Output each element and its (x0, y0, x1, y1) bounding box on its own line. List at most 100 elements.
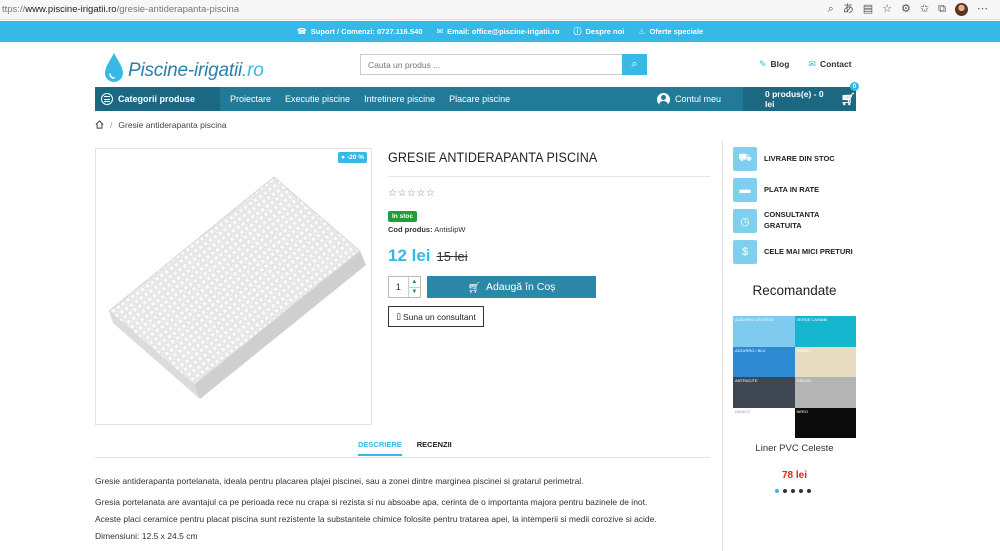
tag-icon: ● (341, 154, 346, 161)
support-link[interactable]: ☎ Suport / Comenzi: 0727.116.540 (297, 27, 423, 36)
info-icon: ⓘ (573, 27, 582, 36)
chevron-down-icon[interactable]: ▼ (408, 286, 420, 298)
description-dimensions: Dimensiuni: 12.5 x 24.5 cm (95, 531, 198, 541)
cart-button[interactable]: 0 produs(e) - 0 lei 🛒︎ 0 (743, 82, 859, 111)
carousel-dot[interactable] (791, 489, 795, 493)
top-info-bar: ☎ Suport / Comenzi: 0727.116.540 ✉ Email: … (0, 21, 1000, 42)
water-drop-icon (102, 52, 126, 84)
search-bar: ⌕ (360, 54, 647, 75)
description-paragraph: Gresie antiderapanta portelanata, ideala… (95, 476, 584, 486)
swatch-sabbia: SABBIA (794, 346, 856, 377)
recommended-title: Recomandate (752, 283, 837, 298)
nav-item-placare-piscine[interactable]: Placare piscine (449, 94, 510, 104)
translate-icon[interactable]: あ (843, 4, 854, 15)
blog-link[interactable]: ✎ Blog (759, 53, 799, 75)
discount-badge: ● -20 % (338, 152, 367, 163)
search-button[interactable]: ⌕ (622, 54, 647, 75)
site-logo[interactable]: Piscine-irigatii.ro (102, 48, 264, 84)
contact-link[interactable]: ✉ Contact (804, 53, 856, 75)
add-to-cart-button[interactable]: 🛒︎ Adaugă în Coș (427, 276, 596, 298)
description-paragraph: Aceste placi ceramice pentru placat pisc… (95, 514, 657, 524)
address-bar[interactable]: ttps://www.piscine-irigatii.ro/gresie-an… (0, 4, 828, 15)
browser-toolbar: ttps://www.piscine-irigatii.ro/gresie-an… (0, 0, 1000, 20)
account-link[interactable]: Contul meu (657, 87, 721, 111)
pencil-icon: ✎ (759, 58, 767, 69)
carousel-dot[interactable] (775, 489, 779, 493)
stock-badge: In stoc (388, 211, 417, 222)
reader-icon[interactable]: ▤ (863, 4, 873, 15)
categories-menu-button[interactable]: Categorii produse (95, 87, 220, 111)
offers-link[interactable]: ♨ Oferte speciale (638, 27, 703, 36)
recommended-product-price: 78 lei (781, 470, 808, 481)
rating-stars[interactable]: ☆☆☆☆☆ (388, 188, 435, 199)
envelope-icon: ✉ (808, 58, 816, 69)
cart-icon: 🛒︎ (840, 92, 856, 106)
main-navigation: Categorii produse Proiectare Executie pi… (95, 82, 859, 111)
tile-illustration (108, 176, 366, 399)
tab-description[interactable]: DESCRIERE (358, 440, 402, 456)
swatch-antracite: ANTRACITE (733, 377, 795, 408)
carousel-dot[interactable] (807, 489, 811, 493)
feature-consulting: ◷ CONSULTANTA GRATUITA (733, 209, 819, 233)
favorites-list-icon[interactable]: ✩ (920, 4, 929, 15)
recommended-product-name[interactable]: Liner PVC Celeste (733, 443, 856, 454)
current-price: 12 lei (388, 246, 431, 265)
carousel-dots (775, 489, 811, 493)
search-icon: ⌕ (631, 58, 638, 70)
zoom-icon[interactable]: ⌕ (828, 4, 834, 15)
product-title: GRESIE ANTIDERAPANTA PISCINA (388, 150, 598, 165)
old-price: 15 lei (436, 249, 468, 264)
clock-icon: ◷ (733, 209, 757, 233)
nav-item-proiectare[interactable]: Proiectare (230, 94, 271, 104)
product-image[interactable]: ● -20 % (95, 148, 372, 425)
swatch-verde-caraibi: VERDE CARAIBI (794, 316, 856, 347)
cart-count-badge: 0 (850, 82, 859, 91)
about-link[interactable]: ⓘ Despre noi (574, 26, 625, 37)
cart-icon: 🛒︎ (467, 281, 481, 294)
tabs-divider (95, 457, 710, 458)
breadcrumb: / Gresie antiderapanta piscina (95, 119, 227, 130)
description-paragraph: Gresia portelanata are avantajul ca pe p… (95, 497, 648, 507)
call-consultant-button[interactable]: ▯ Suna un consultant (388, 306, 484, 327)
product-tabs: DESCRIERE RECENZII (358, 440, 452, 456)
nav-item-executie-piscine[interactable]: Executie piscine (285, 94, 350, 104)
dollar-icon: $ (733, 240, 757, 264)
more-menu-icon[interactable]: ⋯ (977, 4, 988, 15)
hamburger-icon (101, 93, 113, 105)
envelope-icon: ✉ (436, 27, 444, 36)
search-input[interactable] (360, 54, 622, 75)
chevron-up-icon[interactable]: ▲ (409, 277, 420, 287)
product-code: Cod produs: AntislipW (388, 225, 466, 234)
extensions-icon[interactable]: ⚙ (901, 4, 911, 15)
feature-delivery: ⛟ LIVRARE DIN STOC (733, 147, 835, 171)
price-block: 12 lei 15 lei (388, 246, 468, 266)
quantity-stepper: 1 ▲ ▼ (388, 276, 421, 298)
swatch-azzurro-blu: AZZURRO / BLU (733, 346, 795, 377)
credit-card-icon: ▬ (733, 178, 757, 202)
favorite-star-icon[interactable]: ☆ (882, 4, 892, 15)
recommended-product-image[interactable]: AZZURRO CELESTE VERDE CARAIBI AZZURRO / … (733, 316, 856, 438)
nav-item-intretinere-piscine[interactable]: Intretinere piscine (364, 94, 435, 104)
email-link[interactable]: ✉ Email: office@piscine-irigatii.ro (436, 27, 559, 36)
quantity-input[interactable]: 1 (389, 277, 408, 297)
carousel-dot[interactable] (799, 489, 803, 493)
breadcrumb-current: Gresie antiderapanta piscina (118, 119, 227, 130)
phone-icon: ☎ (296, 27, 307, 36)
home-icon[interactable] (95, 120, 104, 129)
tab-reviews[interactable]: RECENZII (417, 440, 452, 456)
mobile-phone-icon: ▯ (396, 311, 401, 321)
sidebar-divider (722, 140, 723, 551)
feature-installments: ▬ PLATA IN RATE (733, 178, 819, 202)
profile-avatar[interactable] (955, 3, 968, 16)
carousel-dot[interactable] (783, 489, 787, 493)
title-divider (388, 176, 710, 177)
swatch-nero: NERO (794, 407, 856, 438)
swatch-bianco: BIANCO (733, 407, 795, 438)
swatch-grigio: GRIGIO (794, 377, 856, 408)
feature-lowest-prices: $ CELE MAI MICI PRETURI (733, 240, 853, 264)
swatch-azzurro-celeste: AZZURRO CELESTE (733, 316, 795, 347)
truck-icon: ⛟ (733, 147, 757, 171)
collections-icon[interactable]: ⧉ (938, 4, 946, 15)
flame-icon: ♨ (638, 27, 646, 36)
breadcrumb-separator: / (110, 119, 113, 130)
